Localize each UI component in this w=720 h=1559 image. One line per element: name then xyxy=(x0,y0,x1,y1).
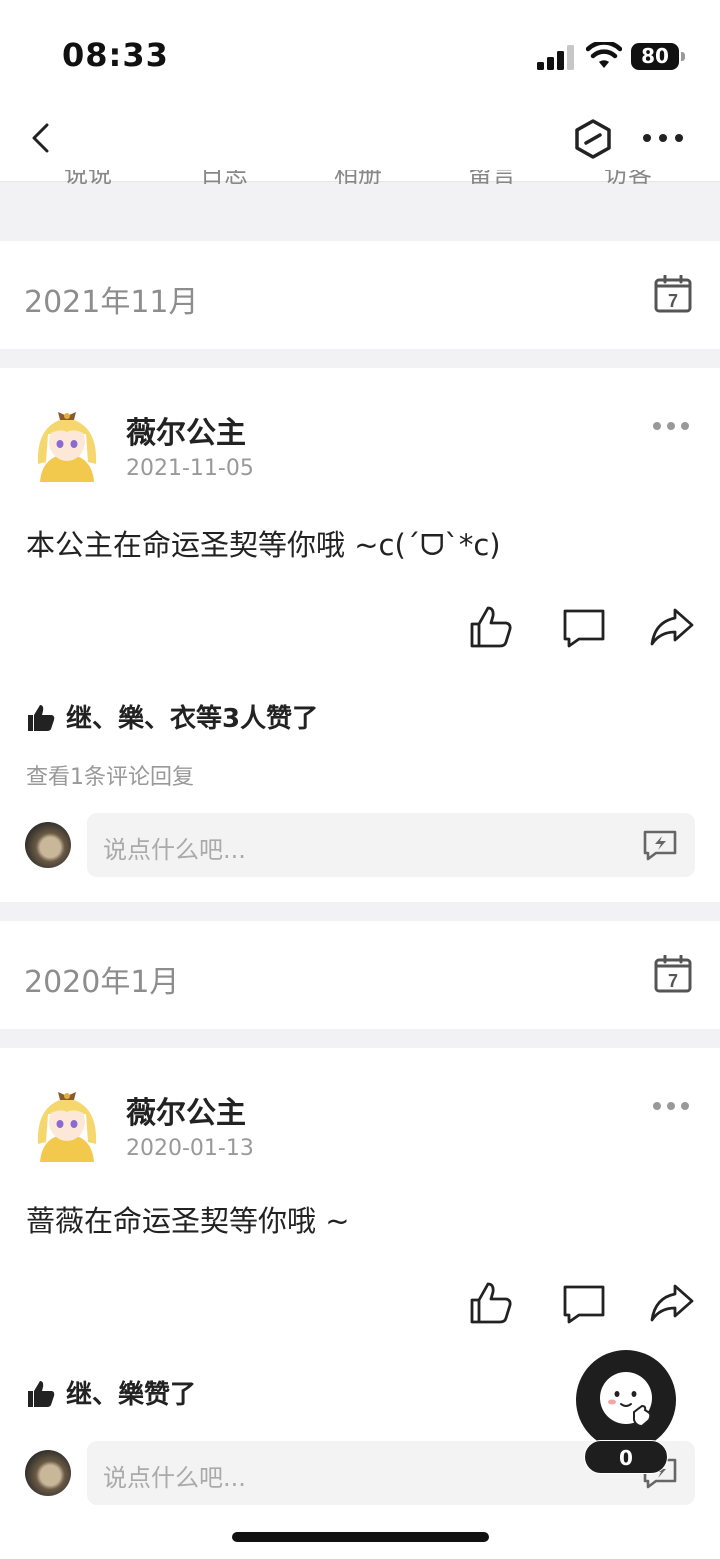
thumbs-up-filled-icon xyxy=(28,705,55,731)
like-icon[interactable] xyxy=(468,1280,514,1326)
comment-placeholder: 说点什么吧... xyxy=(103,836,246,864)
battery-icon: 80 xyxy=(631,43,685,70)
author-avatar[interactable] xyxy=(34,1084,100,1164)
tab-rizhi[interactable]: 日志 xyxy=(200,170,248,184)
calendar-day: 7 xyxy=(668,291,678,311)
calendar-icon[interactable]: 7 xyxy=(654,275,692,313)
author-name[interactable]: 薇尔公主 xyxy=(126,408,246,452)
my-avatar[interactable] xyxy=(25,822,71,868)
battery-level: 80 xyxy=(631,43,679,70)
share-icon[interactable] xyxy=(649,604,695,650)
share-icon[interactable] xyxy=(649,1280,695,1326)
tab-strip: 说说 日志 相册 留言 访客 xyxy=(0,170,720,184)
tab-fangke[interactable]: 访客 xyxy=(604,170,652,184)
tab-liuyan[interactable]: 留言 xyxy=(468,170,516,184)
tab-xiangce[interactable]: 相册 xyxy=(334,170,382,184)
status-bar: 08:33 80 xyxy=(0,0,720,110)
month-header: 2020年1月 7 xyxy=(0,921,720,1029)
thumbs-up-filled-icon xyxy=(28,1381,55,1407)
month-header: 2021年11月 7 xyxy=(0,241,720,349)
comment-icon[interactable] xyxy=(561,604,607,650)
calendar-day: 7 xyxy=(668,971,678,991)
calendar-icon[interactable]: 7 xyxy=(654,955,692,993)
post-date: 2021-11-05 xyxy=(126,456,254,481)
likes-text: 继、樂、衣等3人赞了 xyxy=(66,704,319,734)
likes-summary[interactable]: 继、樂赞了 xyxy=(26,1374,196,1411)
comment-icon[interactable] xyxy=(561,1280,607,1326)
my-avatar[interactable] xyxy=(25,1450,71,1496)
author-avatar[interactable] xyxy=(34,404,100,484)
post-date: 2020-01-13 xyxy=(126,1136,254,1161)
post-card: 薇尔公主 2021-11-05 本公主在命运圣契等你哦 ~c(´ᗜ`*c) 继、… xyxy=(0,368,720,902)
month-label: 2021年11月 xyxy=(24,285,199,320)
author-name[interactable]: 薇尔公主 xyxy=(126,1088,246,1132)
post-more-icon[interactable] xyxy=(652,1100,690,1112)
back-icon[interactable] xyxy=(26,122,58,154)
month-label: 2020年1月 xyxy=(24,965,180,1000)
home-indicator xyxy=(232,1532,489,1542)
comment-input[interactable]: 说点什么吧... xyxy=(87,813,695,877)
view-comments-link[interactable]: 查看1条评论回复 xyxy=(26,759,194,791)
comment-placeholder: 说点什么吧... xyxy=(103,1464,246,1492)
wifi-icon xyxy=(586,42,622,68)
like-icon[interactable] xyxy=(468,604,514,650)
mascot-icon xyxy=(600,1372,652,1428)
cellular-signal-icon xyxy=(537,45,574,70)
likes-summary[interactable]: 继、樂、衣等3人赞了 xyxy=(26,698,318,735)
post-content: 本公主在命运圣契等你哦 ~c(´ᗜ`*c) xyxy=(26,528,501,562)
quick-reply-icon[interactable] xyxy=(642,829,678,861)
likes-text: 继、樂赞了 xyxy=(66,1380,197,1410)
post-content: 蔷薇在命运圣契等你哦 ~ xyxy=(26,1204,350,1238)
hexagon-icon[interactable] xyxy=(572,118,614,160)
tab-shuoshuo[interactable]: 说说 xyxy=(64,170,112,184)
status-time: 08:33 xyxy=(62,36,169,74)
floating-assistant-button[interactable] xyxy=(576,1350,676,1450)
more-icon[interactable] xyxy=(642,126,684,150)
floating-count-badge[interactable]: 0 xyxy=(584,1440,668,1474)
post-card: 薇尔公主 2020-01-13 蔷薇在命运圣契等你哦 ~ 继、樂赞了 说点什么吧… xyxy=(0,1048,720,1559)
post-more-icon[interactable] xyxy=(652,420,690,432)
